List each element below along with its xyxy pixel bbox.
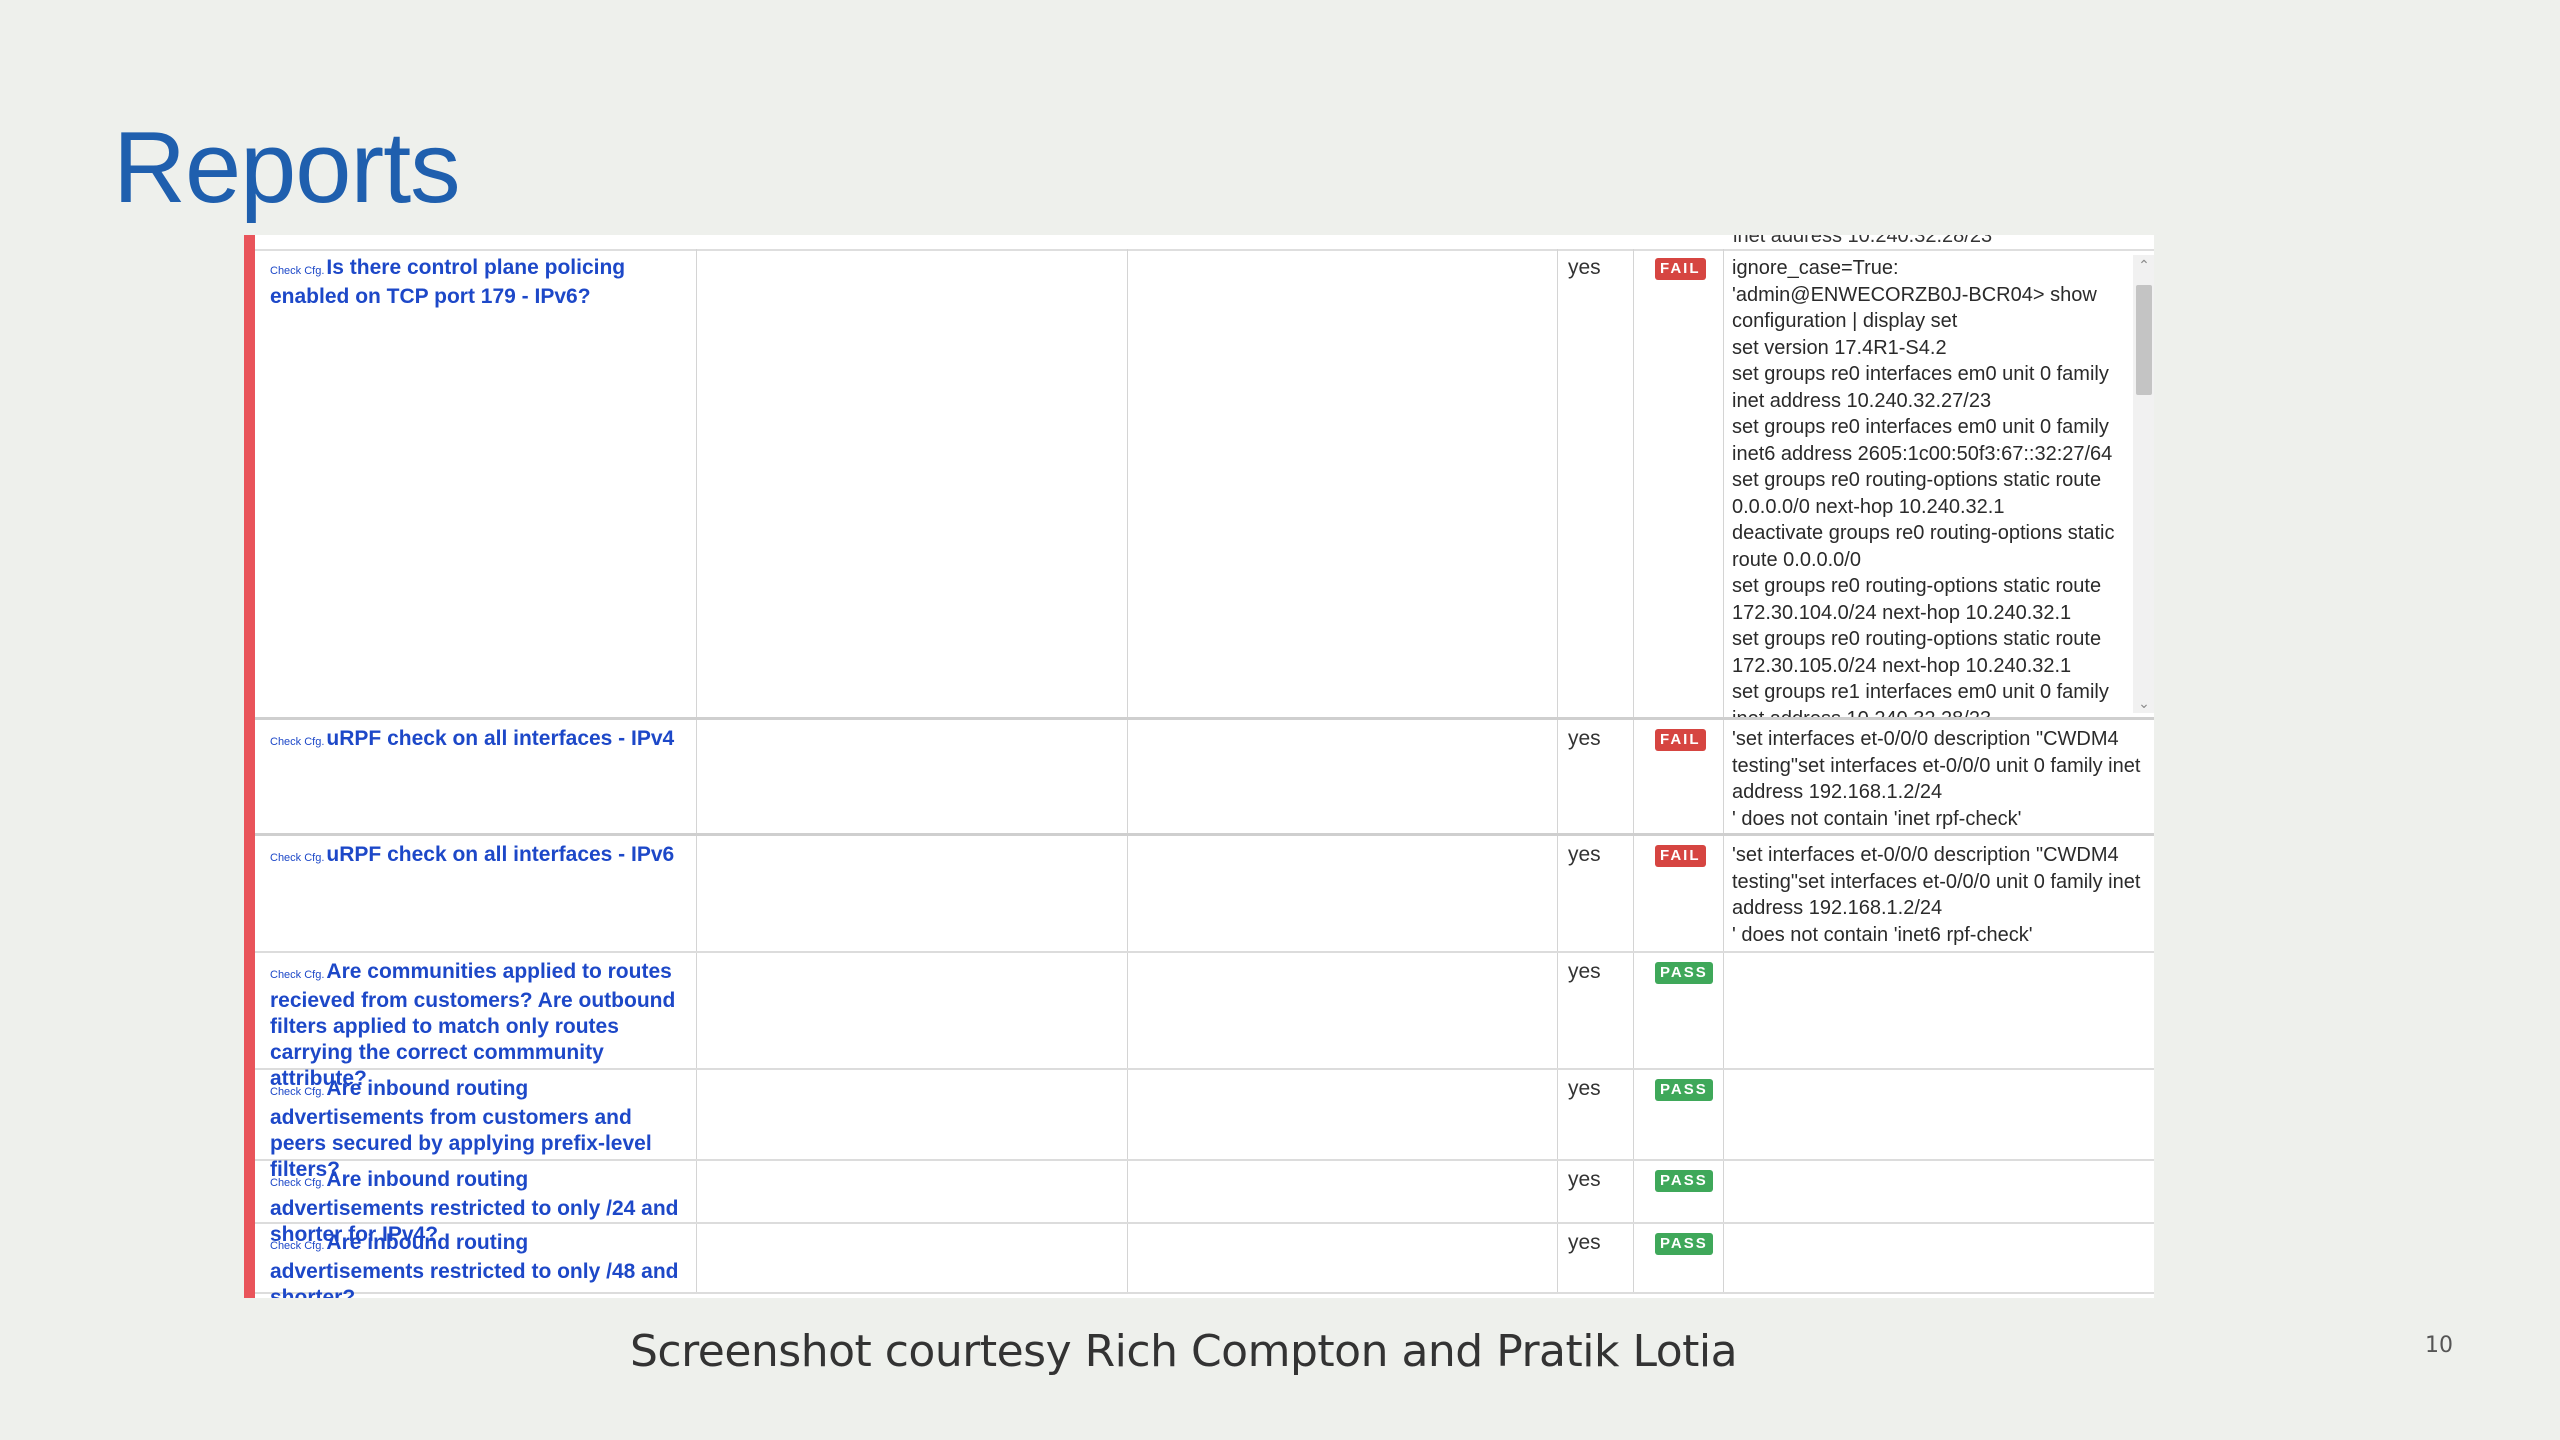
check-cfg-prefix: Check Cfg. bbox=[270, 1240, 325, 1252]
enabled-value: yes bbox=[1568, 1231, 1601, 1254]
check-cfg-prefix: Check Cfg. bbox=[270, 852, 325, 864]
table-row: Check Cfg.Are inbound routing advertisem… bbox=[255, 1224, 2154, 1298]
status-badge: PASS bbox=[1655, 1233, 1713, 1255]
chevron-down-icon[interactable]: ⌄ bbox=[2133, 693, 2154, 713]
scrollbar-thumb[interactable] bbox=[2136, 285, 2152, 395]
previous-row-detail: inet address 10.240.32.28/23 bbox=[1733, 235, 1993, 247]
check-cfg-prefix: Check Cfg. bbox=[270, 265, 325, 277]
status-badge: FAIL bbox=[1655, 845, 1706, 867]
screenshot-caption: Screenshot courtesy Rich Compton and Pra… bbox=[630, 1326, 1738, 1377]
check-cfg-prefix: Check Cfg. bbox=[270, 1086, 325, 1098]
table-row: Check Cfg.Are communities applied to rou… bbox=[255, 953, 2154, 1090]
check-title: uRPF check on all interfaces - IPv6 bbox=[326, 843, 675, 866]
table-row: Check Cfg.Is there control plane policin… bbox=[255, 249, 2154, 720]
check-title: uRPF check on all interfaces - IPv4 bbox=[326, 727, 675, 750]
check-link[interactable]: Check Cfg.Is there control plane policin… bbox=[270, 255, 680, 310]
status-badge: FAIL bbox=[1655, 258, 1706, 280]
check-cfg-prefix: Check Cfg. bbox=[270, 736, 325, 748]
check-cfg-prefix: Check Cfg. bbox=[270, 969, 325, 981]
report-rows: Check Cfg.Is there control plane policin… bbox=[255, 249, 2154, 1298]
slide-title: Reports bbox=[113, 112, 461, 224]
enabled-value: yes bbox=[1568, 960, 1601, 983]
detail-scroll-box[interactable]: ignore_case=True: 'admin@ENWECORZB0J-BCR… bbox=[1732, 253, 2152, 717]
check-link[interactable]: Check Cfg.uRPF check on all interfaces -… bbox=[270, 842, 680, 871]
enabled-value: yes bbox=[1568, 843, 1601, 866]
check-title: Are inbound routing advertisements restr… bbox=[270, 1231, 679, 1298]
report-table: inet address 10.240.32.28/23 Check Cfg.I… bbox=[244, 235, 2154, 1298]
check-link[interactable]: Check Cfg.uRPF check on all interfaces -… bbox=[270, 726, 680, 755]
detail-text: 'set interfaces et-0/0/0 description "CW… bbox=[1732, 728, 2141, 830]
status-badge: PASS bbox=[1655, 1170, 1713, 1192]
table-row: Check Cfg.Are inbound routing advertisem… bbox=[255, 1161, 2154, 1246]
table-row: Check Cfg.uRPF check on all interfaces -… bbox=[255, 720, 2154, 836]
check-title: Is there control plane policing enabled … bbox=[270, 256, 626, 308]
table-row: Check Cfg.uRPF check on all interfaces -… bbox=[255, 836, 2154, 953]
status-badge: PASS bbox=[1655, 1079, 1713, 1101]
detail-text: 'set interfaces et-0/0/0 description "CW… bbox=[1732, 844, 2141, 946]
detail-text: ignore_case=True: 'admin@ENWECORZB0J-BCR… bbox=[1732, 257, 2115, 717]
enabled-value: yes bbox=[1568, 1077, 1601, 1100]
page-number: 10 bbox=[2425, 1333, 2453, 1358]
check-link[interactable]: Check Cfg.Are inbound routing advertisem… bbox=[270, 1230, 680, 1298]
detail-scrollbar[interactable]: ⌃ ⌄ bbox=[2133, 255, 2154, 713]
enabled-value: yes bbox=[1568, 727, 1601, 750]
table-row: Check Cfg.Are inbound routing advertisem… bbox=[255, 1070, 2154, 1181]
chevron-up-icon[interactable]: ⌃ bbox=[2133, 255, 2154, 275]
enabled-value: yes bbox=[1568, 256, 1601, 279]
status-badge: FAIL bbox=[1655, 729, 1706, 751]
enabled-value: yes bbox=[1568, 1168, 1601, 1191]
status-badge: PASS bbox=[1655, 962, 1713, 984]
check-cfg-prefix: Check Cfg. bbox=[270, 1177, 325, 1189]
